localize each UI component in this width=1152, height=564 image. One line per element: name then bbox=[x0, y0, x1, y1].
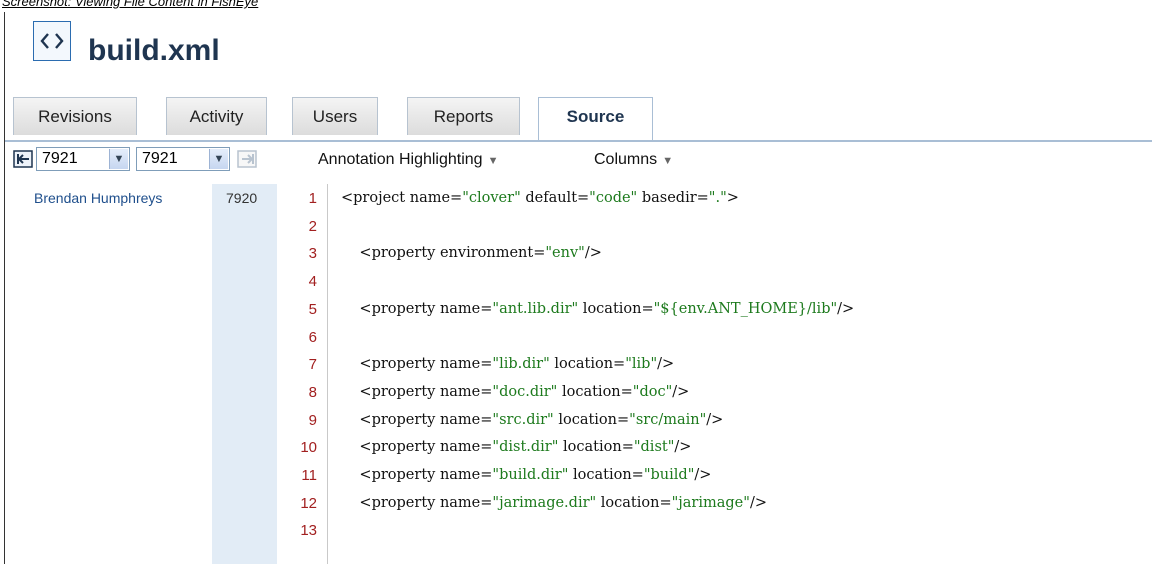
code-token: basedir= bbox=[637, 190, 709, 206]
caret-down-icon: ▼ bbox=[484, 155, 499, 167]
code-token: location= bbox=[557, 383, 633, 400]
code-token: location= bbox=[568, 467, 644, 483]
chevron-down-icon: ▼ bbox=[109, 149, 128, 169]
caret-down-icon: ▼ bbox=[659, 155, 674, 167]
next-revision-icon[interactable] bbox=[236, 148, 258, 170]
page-title: build.xml bbox=[88, 34, 220, 67]
code-token: <property name= bbox=[341, 383, 493, 400]
line-number[interactable]: 7 bbox=[309, 356, 317, 373]
code-string-token: "build" bbox=[643, 467, 695, 483]
line-number[interactable]: 13 bbox=[300, 522, 317, 539]
chevron-down-icon: ▼ bbox=[209, 149, 228, 169]
gutter-divider bbox=[327, 184, 328, 564]
code-string-token: "build.dir" bbox=[492, 467, 569, 483]
code-string-token: "." bbox=[708, 190, 727, 206]
line-number[interactable]: 5 bbox=[309, 301, 317, 318]
code-token: <project name= bbox=[341, 190, 463, 206]
code-line: <property name="lib.dir" location="lib"/… bbox=[341, 356, 674, 372]
code-string-token: "dist" bbox=[633, 439, 675, 456]
code-string-token: "jarimage" bbox=[671, 494, 750, 511]
tab-bar: Revisions Activity Users Reports Source bbox=[5, 97, 1152, 142]
line-number[interactable]: 10 bbox=[300, 439, 317, 456]
code-token: /> bbox=[706, 411, 724, 428]
code-token: /> bbox=[674, 439, 692, 456]
code-token: location= bbox=[596, 494, 672, 511]
tab-activity[interactable]: Activity bbox=[166, 97, 267, 135]
code-string-token: "src/main" bbox=[629, 411, 707, 428]
code-line: <property name="ant.lib.dir" location="$… bbox=[341, 301, 854, 317]
tab-source[interactable]: Source bbox=[538, 97, 653, 140]
line-number[interactable]: 3 bbox=[309, 245, 317, 262]
code-string-token: "code" bbox=[589, 190, 638, 206]
author-link[interactable]: Brendan Humphreys bbox=[34, 190, 162, 206]
xml-file-icon bbox=[33, 21, 71, 61]
line-number[interactable]: 8 bbox=[309, 384, 317, 401]
line-number[interactable]: 12 bbox=[300, 495, 317, 512]
code-token: <property name= bbox=[341, 356, 493, 373]
code-token: <property name= bbox=[341, 467, 493, 483]
code-string-token: "doc.dir" bbox=[492, 383, 558, 400]
code-string-token: "dist.dir" bbox=[492, 439, 559, 456]
code-token: /> bbox=[657, 356, 675, 373]
author-column: Brendan Humphreys bbox=[5, 184, 212, 564]
to-revision-select[interactable]: 7921 ▼ bbox=[136, 147, 230, 171]
code-token: /> bbox=[837, 300, 855, 317]
code-token: /> bbox=[749, 494, 767, 511]
tab-reports[interactable]: Reports bbox=[407, 97, 520, 135]
code-token: /> bbox=[694, 467, 712, 483]
code-string-token: "env" bbox=[545, 245, 585, 262]
code-line: <project name="clover" default="code" ba… bbox=[341, 190, 739, 206]
code-string-token: "${env.ANT_HOME}/lib" bbox=[653, 300, 838, 317]
revision-column: 7920 bbox=[212, 184, 277, 564]
annotation-highlighting-label: Annotation Highlighting bbox=[318, 151, 483, 168]
line-number[interactable]: 11 bbox=[301, 467, 317, 484]
code-token: <property name= bbox=[341, 494, 493, 511]
code-token: <property name= bbox=[341, 411, 493, 428]
columns-menu[interactable]: Columns ▼ bbox=[594, 151, 673, 169]
code-line: <property name="src.dir" location="src/m… bbox=[341, 412, 723, 428]
source-toolbar: 7921 ▼ 7921 ▼ Annotation Highlighting ▼ … bbox=[5, 142, 1152, 182]
code-string-token: "doc" bbox=[632, 383, 673, 400]
revision-link[interactable]: 7920 bbox=[226, 190, 257, 206]
code-string-token: "lib.dir" bbox=[492, 356, 550, 373]
first-revision-icon[interactable] bbox=[13, 148, 35, 170]
line-number[interactable]: 2 bbox=[309, 218, 317, 235]
code-string-token: "lib" bbox=[625, 356, 658, 373]
line-number[interactable]: 6 bbox=[309, 329, 317, 346]
code-token: > bbox=[726, 190, 739, 206]
code-token: location= bbox=[553, 411, 630, 428]
code-string-token: "src.dir" bbox=[492, 411, 554, 428]
figure-caption: Screenshot: Viewing File Content in Fish… bbox=[2, 0, 259, 9]
code-token: location= bbox=[549, 356, 626, 373]
code-token: /> bbox=[672, 383, 690, 400]
code-line: <property name="doc.dir" location="doc"/… bbox=[341, 384, 689, 400]
annotation-highlighting-menu[interactable]: Annotation Highlighting ▼ bbox=[318, 151, 499, 169]
code-line: <property name="build.dir" location="bui… bbox=[341, 467, 711, 483]
line-number-gutter: 1 2 3 4 5 6 7 8 9 10 11 12 13 bbox=[277, 184, 325, 564]
code-string-token: "clover" bbox=[462, 190, 521, 206]
code-line: <property environment="env"/> bbox=[341, 245, 602, 262]
code-token: <property name= bbox=[341, 300, 493, 317]
from-revision-select[interactable]: 7921 ▼ bbox=[36, 147, 130, 171]
columns-label: Columns bbox=[594, 151, 658, 168]
code-token: location= bbox=[558, 439, 634, 456]
code-line: <property name="dist.dir" location="dist… bbox=[341, 439, 691, 455]
code-line: <property name="jarimage.dir" location="… bbox=[341, 495, 767, 511]
source-code-view: <project name="clover" default="code" ba… bbox=[341, 184, 1152, 564]
code-string-token: "jarimage.dir" bbox=[492, 494, 597, 511]
to-revision-value: 7921 bbox=[142, 150, 178, 167]
tab-users[interactable]: Users bbox=[292, 97, 378, 135]
from-revision-value: 7921 bbox=[42, 150, 78, 167]
code-token: <property environment= bbox=[341, 245, 546, 262]
code-string-token: "ant.lib.dir" bbox=[492, 300, 579, 317]
code-token: <property name= bbox=[341, 439, 493, 456]
code-token: default= bbox=[520, 190, 590, 206]
line-number[interactable]: 9 bbox=[309, 412, 317, 429]
tab-revisions[interactable]: Revisions bbox=[13, 97, 137, 135]
code-token: /> bbox=[584, 245, 602, 262]
line-number[interactable]: 1 bbox=[309, 190, 317, 207]
code-token: location= bbox=[578, 300, 654, 317]
line-number[interactable]: 4 bbox=[309, 273, 317, 290]
